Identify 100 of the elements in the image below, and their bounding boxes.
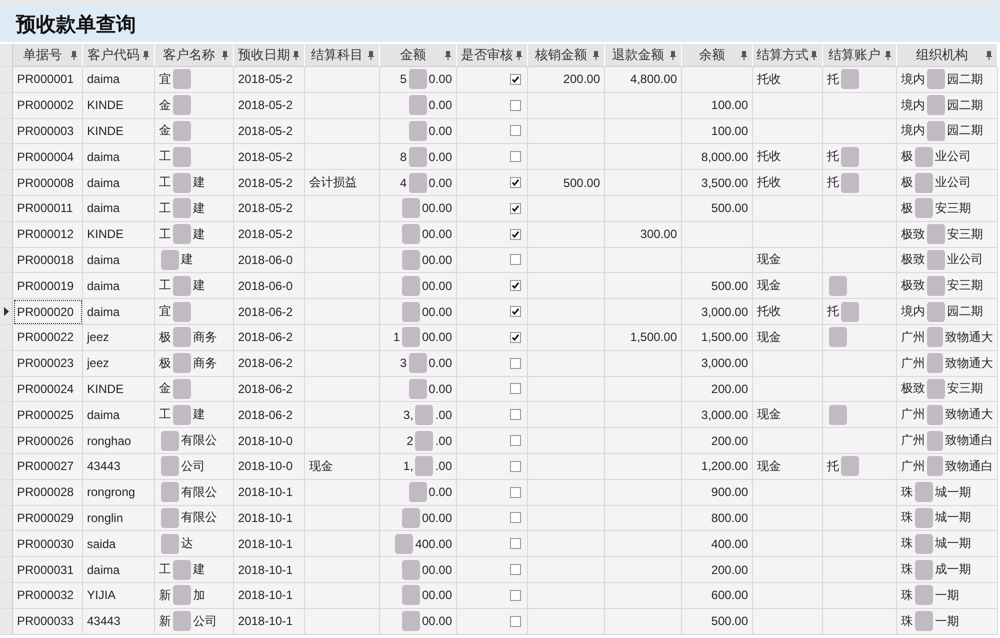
customer-code-cell: ronglin <box>83 506 155 532</box>
redaction-blur <box>841 146 859 167</box>
checkbox[interactable] <box>510 100 521 111</box>
organization-text: 极 <box>901 174 913 192</box>
pin-icon[interactable] <box>810 51 818 60</box>
redaction-blur <box>927 69 945 90</box>
organization-text: 园二期 <box>947 303 983 320</box>
checkbox[interactable] <box>510 616 521 627</box>
amount-text: 00.00 <box>422 201 452 216</box>
checkbox[interactable] <box>510 332 521 343</box>
checkbox[interactable] <box>510 202 521 214</box>
checkbox[interactable] <box>510 358 521 369</box>
redaction-blur <box>173 327 191 348</box>
customer-code-cell: rongrong <box>83 480 155 506</box>
document-number-cell: PR000023 <box>13 350 83 377</box>
amount-text: 0.00 <box>428 124 452 138</box>
redaction-blur <box>402 327 420 348</box>
pin-icon[interactable] <box>367 51 375 60</box>
refund-amount-cell: 300.00 <box>605 222 682 248</box>
settlement-method-cell: 托收 <box>753 144 823 170</box>
checkbox[interactable] <box>510 435 521 446</box>
checkbox[interactable] <box>510 280 521 292</box>
checkbox[interactable] <box>510 125 521 136</box>
column-header[interactable]: 金额 <box>380 44 457 67</box>
settlement-method-cell <box>753 582 823 609</box>
column-header[interactable]: 客户代码 <box>83 44 155 67</box>
pin-icon[interactable] <box>444 51 452 60</box>
balance-cell: 500.00 <box>682 273 753 300</box>
amount-text: 00.00 <box>422 278 452 293</box>
customer-name-text: 工 <box>159 277 171 294</box>
column-header[interactable]: 结算方式 <box>753 44 823 67</box>
organization-text: 一期 <box>935 612 959 630</box>
customer-name-text: 金 <box>159 96 171 114</box>
organization-text: 极致 <box>901 251 925 268</box>
balance-cell: 100.00 <box>682 92 753 119</box>
checkbox[interactable] <box>510 151 521 162</box>
redaction-blur <box>161 456 179 476</box>
redaction-blur <box>173 378 191 399</box>
customer-name-text: 建 <box>193 174 205 192</box>
amount-text: 0.00 <box>428 356 452 370</box>
checkbox[interactable] <box>510 228 521 240</box>
redaction-blur <box>402 198 420 218</box>
column-header[interactable]: 预收日期 <box>234 44 305 67</box>
organization-text: 一期 <box>935 586 959 604</box>
balance-cell <box>682 67 753 93</box>
pin-icon[interactable] <box>515 51 523 60</box>
customer-code-cell: 43443 <box>83 454 155 480</box>
redaction-blur <box>161 250 179 270</box>
checkbox[interactable] <box>510 74 521 85</box>
checkbox[interactable] <box>510 538 521 550</box>
balance-cell <box>682 222 753 248</box>
redaction-blur <box>915 508 933 528</box>
pin-icon[interactable] <box>669 51 677 60</box>
pin-icon[interactable] <box>292 51 300 60</box>
pin-icon[interactable] <box>740 51 748 60</box>
checkbox[interactable] <box>510 564 521 576</box>
current-row-icon <box>4 307 8 316</box>
checkbox[interactable] <box>510 460 521 472</box>
checkbox[interactable] <box>510 486 521 498</box>
column-header[interactable]: 组织机构 <box>897 44 998 67</box>
date-cell: 2018-05-2 <box>234 144 305 170</box>
redaction-blur <box>829 276 847 296</box>
column-header[interactable]: 客户名称 <box>155 44 234 67</box>
redaction-blur <box>173 198 191 218</box>
date-cell: 2018-06-2 <box>234 299 305 325</box>
checkbox[interactable] <box>510 383 521 394</box>
organization-text: 珠 <box>901 586 913 604</box>
column-header[interactable]: 是否审核 <box>457 44 528 67</box>
column-header[interactable]: 核销金额 <box>528 44 605 67</box>
checkbox[interactable] <box>510 590 521 601</box>
row-header[interactable] <box>0 299 13 325</box>
customer-name-text: 极 <box>159 354 171 372</box>
date-cell: 2018-05-2 <box>234 222 305 248</box>
organization-text: 珠 <box>901 484 913 501</box>
organization-text: 广州 <box>901 328 925 346</box>
pin-icon[interactable] <box>221 51 229 60</box>
column-header[interactable]: 退款金额 <box>605 44 682 67</box>
redaction-blur <box>402 224 420 244</box>
pin-icon[interactable] <box>70 51 78 60</box>
column-header[interactable]: 结算账户 <box>823 44 897 67</box>
checkbox[interactable] <box>510 254 521 266</box>
checkbox[interactable] <box>510 512 521 524</box>
pin-icon[interactable] <box>985 51 993 60</box>
balance-cell: 200.00 <box>682 428 753 454</box>
settlement-method-cell <box>753 118 823 144</box>
checkbox[interactable] <box>510 306 521 318</box>
column-header[interactable]: 结算科目 <box>305 44 380 67</box>
document-number-cell: PR000031 <box>13 557 83 583</box>
pin-icon[interactable] <box>592 51 600 60</box>
customer-code-cell: daima <box>83 273 155 300</box>
settlement-method-cell <box>753 557 823 583</box>
pin-icon[interactable] <box>884 51 892 60</box>
redaction-blur <box>173 146 191 167</box>
checkbox[interactable] <box>510 409 521 420</box>
settlement-method-cell <box>753 92 823 119</box>
checkbox[interactable] <box>510 177 521 188</box>
date-cell: 2018-10-0 <box>234 428 305 454</box>
column-header[interactable]: 单据号 <box>13 44 83 67</box>
pin-icon[interactable] <box>142 51 150 60</box>
column-header[interactable]: 余额 <box>682 44 753 67</box>
